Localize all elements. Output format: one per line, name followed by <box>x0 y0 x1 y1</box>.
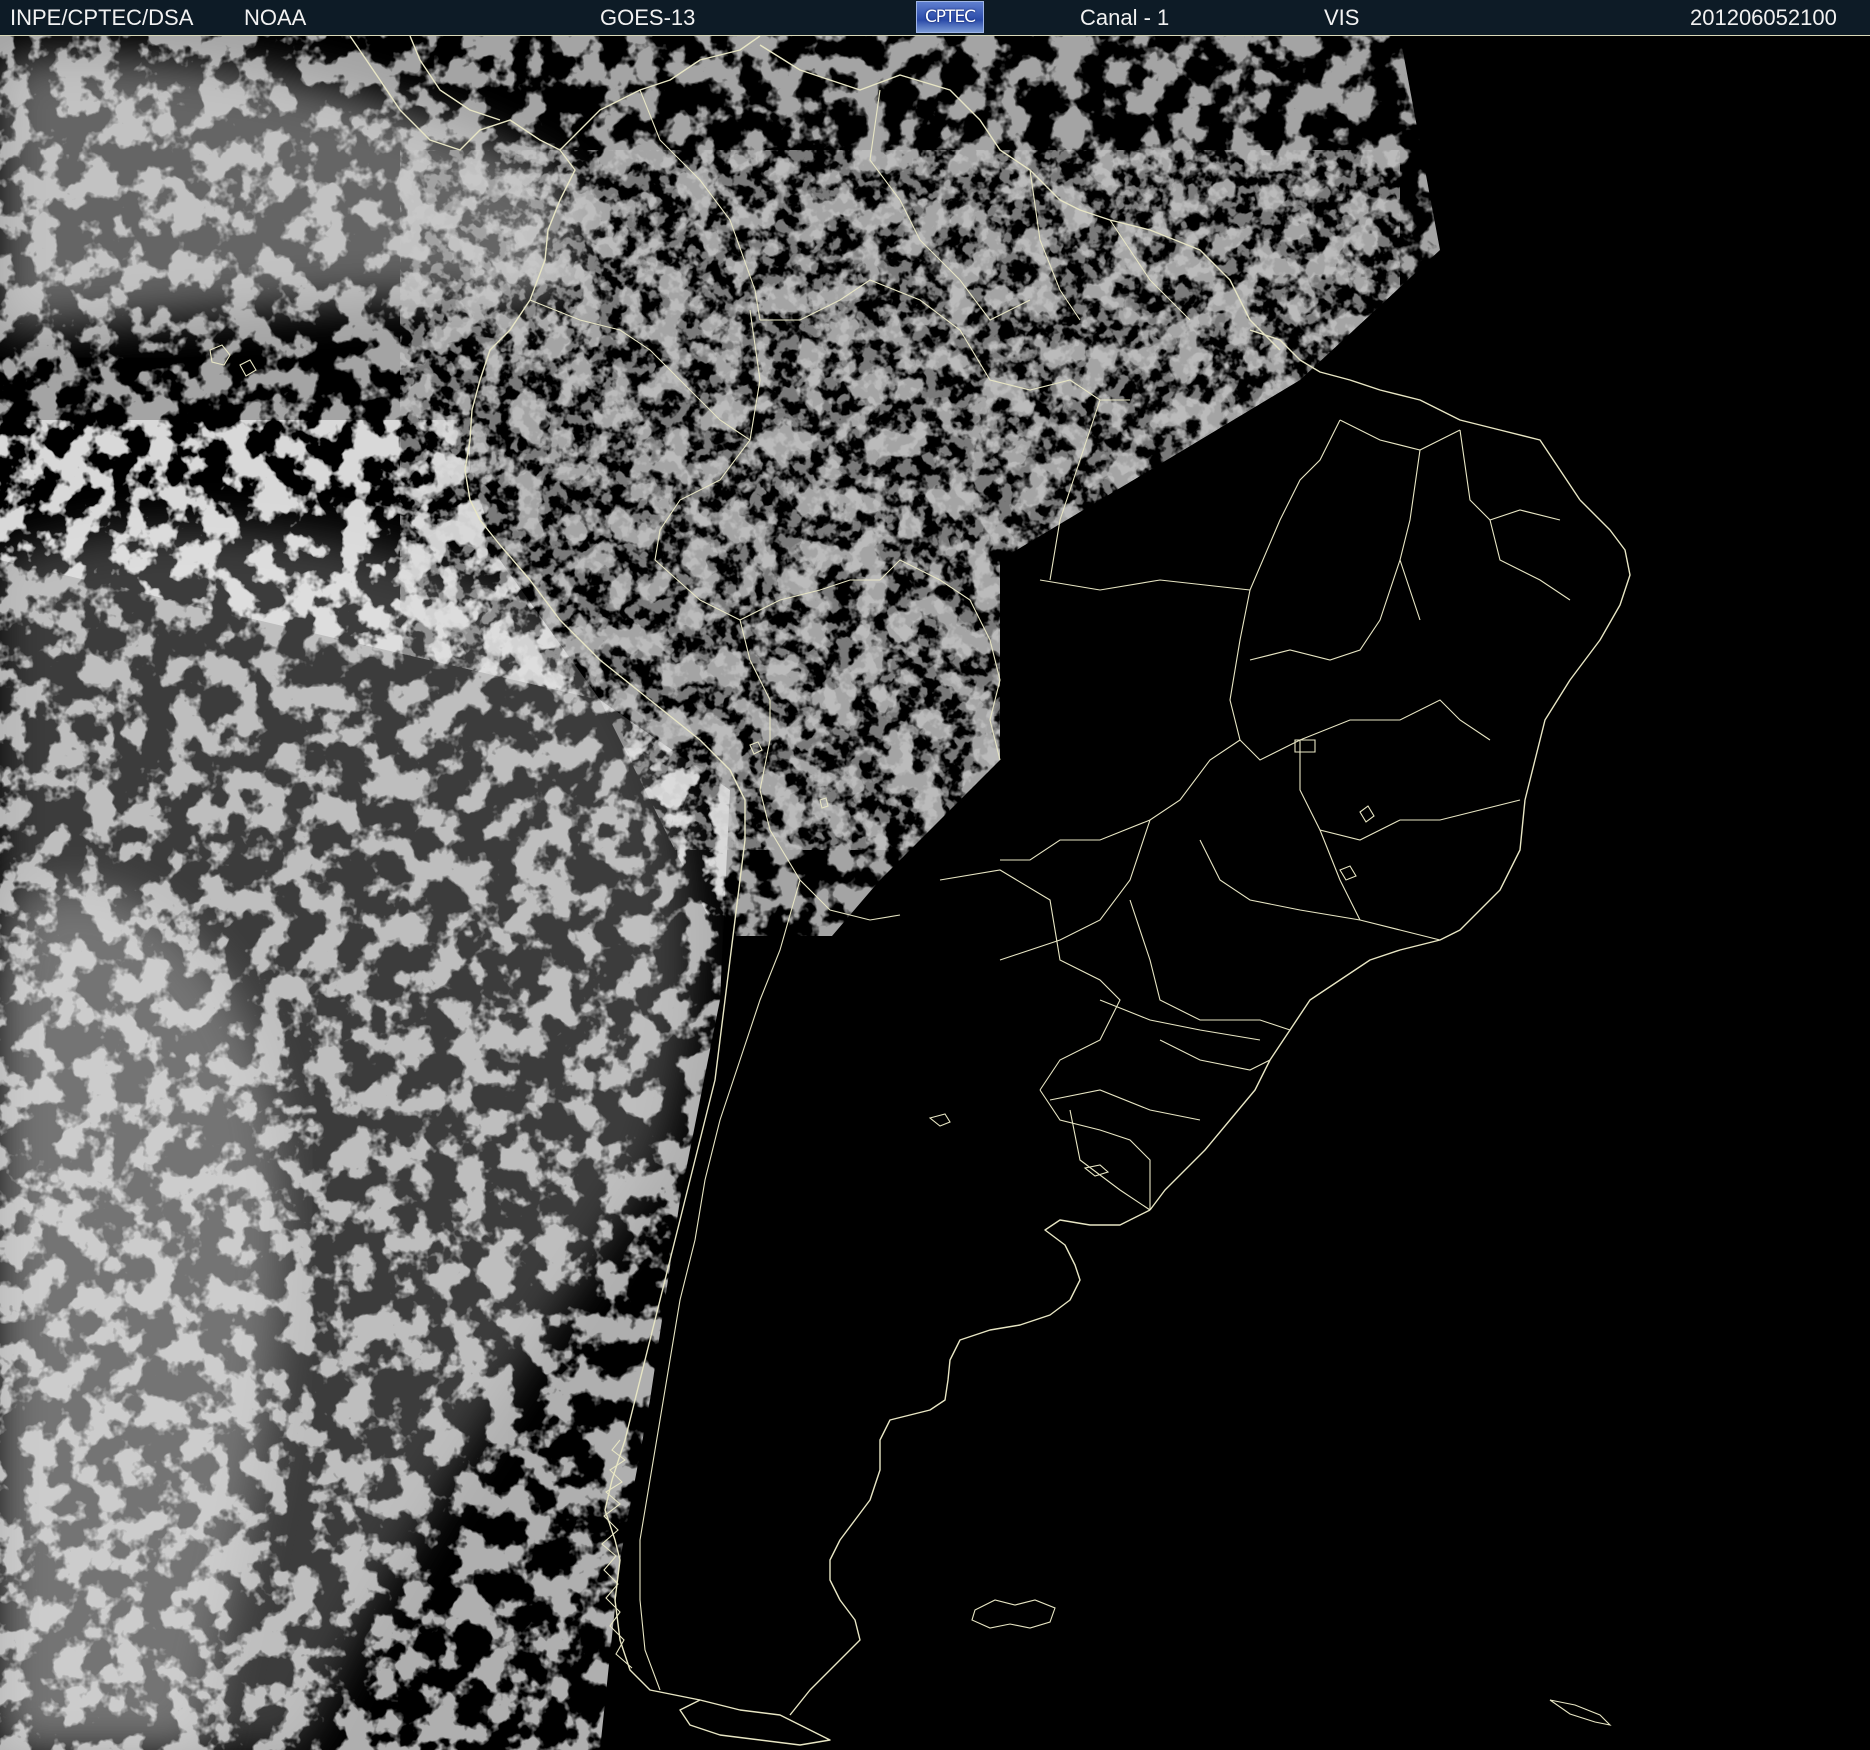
channel-label: Canal - 1 <box>1080 5 1170 30</box>
satellite-image-frame: INPE/CPTEC/DSA NOAA GOES-13 CPTEC Canal … <box>0 0 1870 1750</box>
cptec-logo: CPTEC <box>916 1 984 33</box>
band-label: VIS <box>1324 5 1360 30</box>
satellite-map <box>0 36 1631 1750</box>
cptec-logo-text: CPTEC <box>924 7 976 27</box>
image-header-bar: INPE/CPTEC/DSA NOAA GOES-13 CPTEC Canal … <box>0 0 1870 36</box>
source-label: NOAA <box>244 5 307 30</box>
agency-label: INPE/CPTEC/DSA <box>10 5 194 30</box>
satellite-label: GOES-13 <box>600 5 696 30</box>
timestamp-label: 201206052100 <box>1690 5 1837 30</box>
